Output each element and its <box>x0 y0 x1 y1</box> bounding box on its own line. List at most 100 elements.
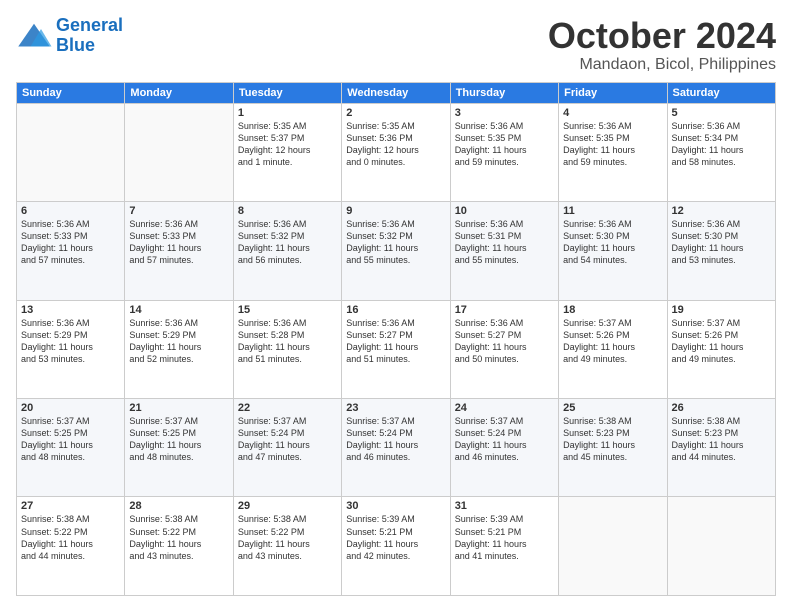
calendar-header-row: SundayMondayTuesdayWednesdayThursdayFrid… <box>17 82 776 103</box>
day-detail: Sunrise: 5:35 AM Sunset: 5:36 PM Dayligh… <box>346 120 445 169</box>
day-detail: Sunrise: 5:38 AM Sunset: 5:22 PM Dayligh… <box>21 513 120 562</box>
day-number: 30 <box>346 500 445 512</box>
day-detail: Sunrise: 5:35 AM Sunset: 5:37 PM Dayligh… <box>238 120 337 169</box>
calendar-cell: 18Sunrise: 5:37 AM Sunset: 5:26 PM Dayli… <box>559 300 667 398</box>
day-number: 29 <box>238 500 337 512</box>
logo-line1: General <box>56 15 123 35</box>
day-detail: Sunrise: 5:36 AM Sunset: 5:35 PM Dayligh… <box>455 120 554 169</box>
calendar-cell <box>125 103 233 201</box>
calendar-cell: 3Sunrise: 5:36 AM Sunset: 5:35 PM Daylig… <box>450 103 558 201</box>
day-detail: Sunrise: 5:36 AM Sunset: 5:28 PM Dayligh… <box>238 317 337 366</box>
day-number: 31 <box>455 500 554 512</box>
day-number: 8 <box>238 205 337 217</box>
calendar-week-row: 6 Sunrise: 5:36 AM Sunset: 5:33 PM Daylig… <box>17 202 776 300</box>
day-number: 14 <box>129 304 228 316</box>
calendar-cell: 19Sunrise: 5:37 AM Sunset: 5:26 PM Dayli… <box>667 300 775 398</box>
day-detail: Sunrise: 5:36 AM Sunset: 5:35 PM Dayligh… <box>563 120 662 169</box>
calendar-cell: 1Sunrise: 5:35 AM Sunset: 5:37 PM Daylig… <box>233 103 341 201</box>
day-detail: Sunrise: 5:39 AM Sunset: 5:21 PM Dayligh… <box>455 513 554 562</box>
location-title: Mandaon, Bicol, Philippines <box>548 56 776 74</box>
day-number: 4 <box>563 107 662 119</box>
day-detail: Sunrise: 5:36 AM Sunset: 5:30 PM Dayligh… <box>672 218 771 267</box>
day-detail: Sunrise: 5:37 AM Sunset: 5:24 PM Dayligh… <box>238 415 337 464</box>
day-detail: Sunrise: 5:37 AM Sunset: 5:24 PM Dayligh… <box>455 415 554 464</box>
day-number: 6 <box>21 205 120 217</box>
calendar-cell: 10Sunrise: 5:36 AM Sunset: 5:31 PM Dayli… <box>450 202 558 300</box>
day-detail: Sunrise: 5:36 AM Sunset: 5:32 PM Dayligh… <box>238 218 337 267</box>
calendar-cell: 17Sunrise: 5:36 AM Sunset: 5:27 PM Dayli… <box>450 300 558 398</box>
calendar-week-row: 1Sunrise: 5:35 AM Sunset: 5:37 PM Daylig… <box>17 103 776 201</box>
logo-text: General Blue <box>56 16 123 56</box>
logo-line2: Blue <box>56 35 95 55</box>
calendar-cell: 26Sunrise: 5:38 AM Sunset: 5:23 PM Dayli… <box>667 399 775 497</box>
day-detail: Sunrise: 5:37 AM Sunset: 5:26 PM Dayligh… <box>563 317 662 366</box>
day-detail: Sunrise: 5:36 AM Sunset: 5:30 PM Dayligh… <box>563 218 662 267</box>
day-number: 3 <box>455 107 554 119</box>
day-detail: Sunrise: 5:37 AM Sunset: 5:25 PM Dayligh… <box>21 415 120 464</box>
day-detail: Sunrise: 5:37 AM Sunset: 5:26 PM Dayligh… <box>672 317 771 366</box>
day-number: 9 <box>346 205 445 217</box>
day-number: 27 <box>21 500 120 512</box>
day-header-friday: Friday <box>559 82 667 103</box>
header: General Blue October 2024 Mandaon, Bicol… <box>16 16 776 74</box>
calendar-cell: 7Sunrise: 5:36 AM Sunset: 5:33 PM Daylig… <box>125 202 233 300</box>
day-number: 22 <box>238 402 337 414</box>
calendar-cell: 31Sunrise: 5:39 AM Sunset: 5:21 PM Dayli… <box>450 497 558 596</box>
day-number: 20 <box>21 402 120 414</box>
day-number: 12 <box>672 205 771 217</box>
day-number: 18 <box>563 304 662 316</box>
calendar-cell: 9Sunrise: 5:36 AM Sunset: 5:32 PM Daylig… <box>342 202 450 300</box>
day-detail: Sunrise: 5:36 AM Sunset: 5:33 PM Dayligh… <box>129 218 228 267</box>
calendar-cell: 14Sunrise: 5:36 AM Sunset: 5:29 PM Dayli… <box>125 300 233 398</box>
day-detail: Sunrise: 5:36 AM Sunset: 5:31 PM Dayligh… <box>455 218 554 267</box>
calendar-week-row: 13Sunrise: 5:36 AM Sunset: 5:29 PM Dayli… <box>17 300 776 398</box>
day-number: 19 <box>672 304 771 316</box>
calendar-cell: 16Sunrise: 5:36 AM Sunset: 5:27 PM Dayli… <box>342 300 450 398</box>
day-number: 26 <box>672 402 771 414</box>
calendar-cell: 12Sunrise: 5:36 AM Sunset: 5:30 PM Dayli… <box>667 202 775 300</box>
calendar-cell: 27Sunrise: 5:38 AM Sunset: 5:22 PM Dayli… <box>17 497 125 596</box>
day-header-sunday: Sunday <box>17 82 125 103</box>
day-number: 7 <box>129 205 228 217</box>
calendar-cell: 29Sunrise: 5:38 AM Sunset: 5:22 PM Dayli… <box>233 497 341 596</box>
calendar-cell: 15Sunrise: 5:36 AM Sunset: 5:28 PM Dayli… <box>233 300 341 398</box>
calendar-cell: 23Sunrise: 5:37 AM Sunset: 5:24 PM Dayli… <box>342 399 450 497</box>
day-number: 25 <box>563 402 662 414</box>
day-header-tuesday: Tuesday <box>233 82 341 103</box>
day-detail: Sunrise: 5:36 AM Sunset: 5:32 PM Dayligh… <box>346 218 445 267</box>
logo-icon <box>16 22 52 50</box>
day-header-wednesday: Wednesday <box>342 82 450 103</box>
calendar-cell: 11Sunrise: 5:36 AM Sunset: 5:30 PM Dayli… <box>559 202 667 300</box>
day-number: 11 <box>563 205 662 217</box>
day-detail: Sunrise: 5:36 AM Sunset: 5:29 PM Dayligh… <box>129 317 228 366</box>
calendar-cell: 6Sunrise: 5:36 AM Sunset: 5:33 PM Daylig… <box>17 202 125 300</box>
day-detail: Sunrise: 5:38 AM Sunset: 5:23 PM Dayligh… <box>563 415 662 464</box>
day-detail: Sunrise: 5:36 AM Sunset: 5:29 PM Dayligh… <box>21 317 120 366</box>
day-number: 2 <box>346 107 445 119</box>
day-detail: Sunrise: 5:36 AM Sunset: 5:27 PM Dayligh… <box>455 317 554 366</box>
title-block: October 2024 Mandaon, Bicol, Philippines <box>548 16 776 74</box>
day-number: 10 <box>455 205 554 217</box>
calendar-cell <box>559 497 667 596</box>
day-number: 28 <box>129 500 228 512</box>
calendar-cell <box>667 497 775 596</box>
day-number: 16 <box>346 304 445 316</box>
day-detail: Sunrise: 5:37 AM Sunset: 5:24 PM Dayligh… <box>346 415 445 464</box>
calendar-cell: 13Sunrise: 5:36 AM Sunset: 5:29 PM Dayli… <box>17 300 125 398</box>
calendar-cell: 4Sunrise: 5:36 AM Sunset: 5:35 PM Daylig… <box>559 103 667 201</box>
day-detail: Sunrise: 5:36 AM Sunset: 5:34 PM Dayligh… <box>672 120 771 169</box>
calendar-cell: 24Sunrise: 5:37 AM Sunset: 5:24 PM Dayli… <box>450 399 558 497</box>
day-header-thursday: Thursday <box>450 82 558 103</box>
day-detail: Sunrise: 5:36 AM Sunset: 5:27 PM Dayligh… <box>346 317 445 366</box>
calendar-table: SundayMondayTuesdayWednesdayThursdayFrid… <box>16 82 776 596</box>
calendar-cell: 5Sunrise: 5:36 AM Sunset: 5:34 PM Daylig… <box>667 103 775 201</box>
calendar-cell: 22Sunrise: 5:37 AM Sunset: 5:24 PM Dayli… <box>233 399 341 497</box>
day-number: 17 <box>455 304 554 316</box>
day-detail: Sunrise: 5:38 AM Sunset: 5:22 PM Dayligh… <box>129 513 228 562</box>
day-detail: Sunrise: 5:38 AM Sunset: 5:22 PM Dayligh… <box>238 513 337 562</box>
page: General Blue October 2024 Mandaon, Bicol… <box>0 0 792 612</box>
day-header-monday: Monday <box>125 82 233 103</box>
day-number: 13 <box>21 304 120 316</box>
day-number: 24 <box>455 402 554 414</box>
calendar-cell <box>17 103 125 201</box>
